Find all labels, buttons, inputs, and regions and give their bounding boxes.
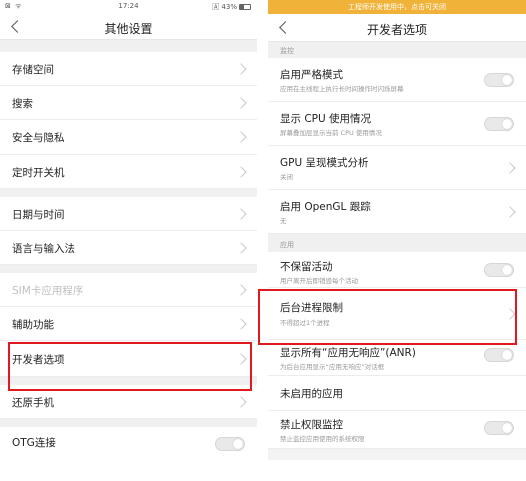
strict-mode-toggle[interactable]	[484, 73, 514, 87]
dev-item-label: 禁止权限监控	[280, 419, 343, 431]
settings-item-date-time[interactable]: 日期与时间	[0, 197, 257, 231]
chevron-right-icon	[235, 318, 247, 330]
section-header-apps: 应用	[268, 234, 526, 252]
dev-item-label: 启用严格模式	[280, 69, 343, 81]
section-gap	[0, 40, 257, 52]
dev-item-description: 用户离开后即销毁每个活动	[280, 277, 358, 285]
dev-item-opengl-trace[interactable]: 启用 OpenGL 跟踪 无	[268, 190, 526, 234]
chevron-right-icon	[235, 63, 247, 75]
dev-item-description: 为后台应用显示“应用无响应”对话框	[280, 363, 385, 371]
chevron-right-icon	[235, 396, 247, 408]
chevron-right-icon	[235, 208, 247, 220]
settings-item-label: SIM卡应用程序	[12, 285, 84, 297]
chevron-right-icon	[235, 97, 247, 109]
dev-item-description: 关闭	[280, 173, 293, 181]
section-gap	[0, 419, 257, 427]
dev-item-description: 无	[280, 217, 287, 225]
title-bar: 开发者选项	[268, 14, 526, 42]
dev-item-gpu-profiling[interactable]: GPU 呈现模式分析 关闭	[268, 146, 526, 190]
title-bar: 其他设置	[0, 14, 257, 40]
developer-mode-banner[interactable]: 工程师开发使用中，点击可关闭	[268, 0, 526, 14]
settings-item-label: 辅助功能	[12, 319, 54, 331]
highlight-box-developer-options	[8, 342, 252, 391]
page-title: 其他设置	[104, 22, 153, 36]
otg-toggle[interactable]	[215, 437, 245, 451]
dev-item-show-all-anr[interactable]: 显示所有“应用无响应”(ANR) 为后台应用显示“应用无响应”对话框	[268, 340, 526, 376]
dev-item-cpu-usage[interactable]: 显示 CPU 使用情况 屏幕叠加层显示当前 CPU 使用情况	[268, 102, 526, 146]
dont-keep-activities-toggle[interactable]	[484, 263, 514, 277]
chevron-right-icon	[235, 284, 247, 296]
settings-item-security[interactable]: 安全与隐私	[0, 120, 257, 155]
settings-item-label: 定时开关机	[12, 167, 65, 179]
settings-item-label: 语言与输入法	[12, 243, 75, 255]
section-header-monitoring: 监控	[268, 42, 526, 58]
chevron-right-icon	[235, 242, 247, 254]
show-all-anr-toggle[interactable]	[484, 348, 514, 362]
dev-item-description: 禁止监控应用使用的系统权限	[280, 435, 365, 443]
settings-item-label: 日期与时间	[12, 209, 65, 221]
battery-status: 🄰 43%	[212, 2, 251, 12]
dev-item-dont-keep-activities[interactable]: 不保留活动 用户离开后即销毁每个活动	[268, 252, 526, 288]
chevron-right-icon	[504, 162, 516, 174]
chevron-right-icon	[235, 166, 247, 178]
chevron-right-icon	[504, 206, 516, 218]
dev-item-label: 不保留活动	[280, 261, 333, 273]
settings-item-language-input[interactable]: 语言与输入法	[0, 231, 257, 265]
settings-item-storage[interactable]: 存储空间	[0, 52, 257, 86]
dev-item-label: 未启用的应用	[280, 388, 343, 400]
section-gap	[0, 189, 257, 197]
settings-item-sim-apps: SIM卡应用程序	[0, 273, 257, 307]
settings-item-label: 还原手机	[12, 397, 54, 409]
dev-item-label: GPU 呈现模式分析	[280, 157, 369, 169]
settings-item-label: 安全与隐私	[12, 132, 65, 144]
page-title: 开发者选项	[366, 23, 427, 37]
dev-item-label: 启用 OpenGL 跟踪	[280, 201, 371, 213]
settings-item-label: 存储空间	[12, 64, 54, 76]
settings-item-label: 搜索	[12, 98, 33, 110]
other-settings-screen: ⊠ ᯤ 17:24 🄰 43% 其他设置 存储空间 搜索 安全与隐私 定时开关机…	[0, 0, 257, 460]
settings-item-scheduled-power[interactable]: 定时开关机	[0, 155, 257, 189]
settings-item-search[interactable]: 搜索	[0, 86, 257, 120]
dev-item-label: 显示 CPU 使用情况	[280, 113, 372, 125]
dev-item-disable-permission-monitoring[interactable]: 禁止权限监控 禁止监控应用使用的系统权限	[268, 411, 526, 449]
dev-item-description: 应用在主线程上执行长时间操作时闪烁屏幕	[280, 85, 404, 93]
status-bar: ⊠ ᯤ 17:24 🄰 43%	[0, 0, 257, 14]
battery-icon	[239, 4, 251, 10]
developer-options-screen: 工程师开发使用中，点击可关闭 开发者选项 监控 启用严格模式 应用在主线程上执行…	[268, 0, 526, 460]
dev-item-inactive-apps[interactable]: 未启用的应用	[268, 376, 526, 411]
settings-item-otg[interactable]: OTG连接	[0, 427, 257, 460]
settings-item-accessibility[interactable]: 辅助功能	[0, 307, 257, 341]
cpu-usage-toggle[interactable]	[484, 117, 514, 131]
section-gap	[0, 265, 257, 273]
dev-item-description: 屏幕叠加层显示当前 CPU 使用情况	[280, 129, 382, 137]
dev-item-label: 显示所有“应用无响应”(ANR)	[280, 347, 416, 359]
settings-item-label: OTG连接	[12, 437, 56, 449]
highlight-box-background-process-limit	[258, 289, 517, 345]
chevron-right-icon	[235, 131, 247, 143]
disable-permission-monitoring-toggle[interactable]	[484, 421, 514, 435]
dev-item-strict-mode[interactable]: 启用严格模式 应用在主线程上执行长时间操作时闪烁屏幕	[268, 58, 526, 102]
